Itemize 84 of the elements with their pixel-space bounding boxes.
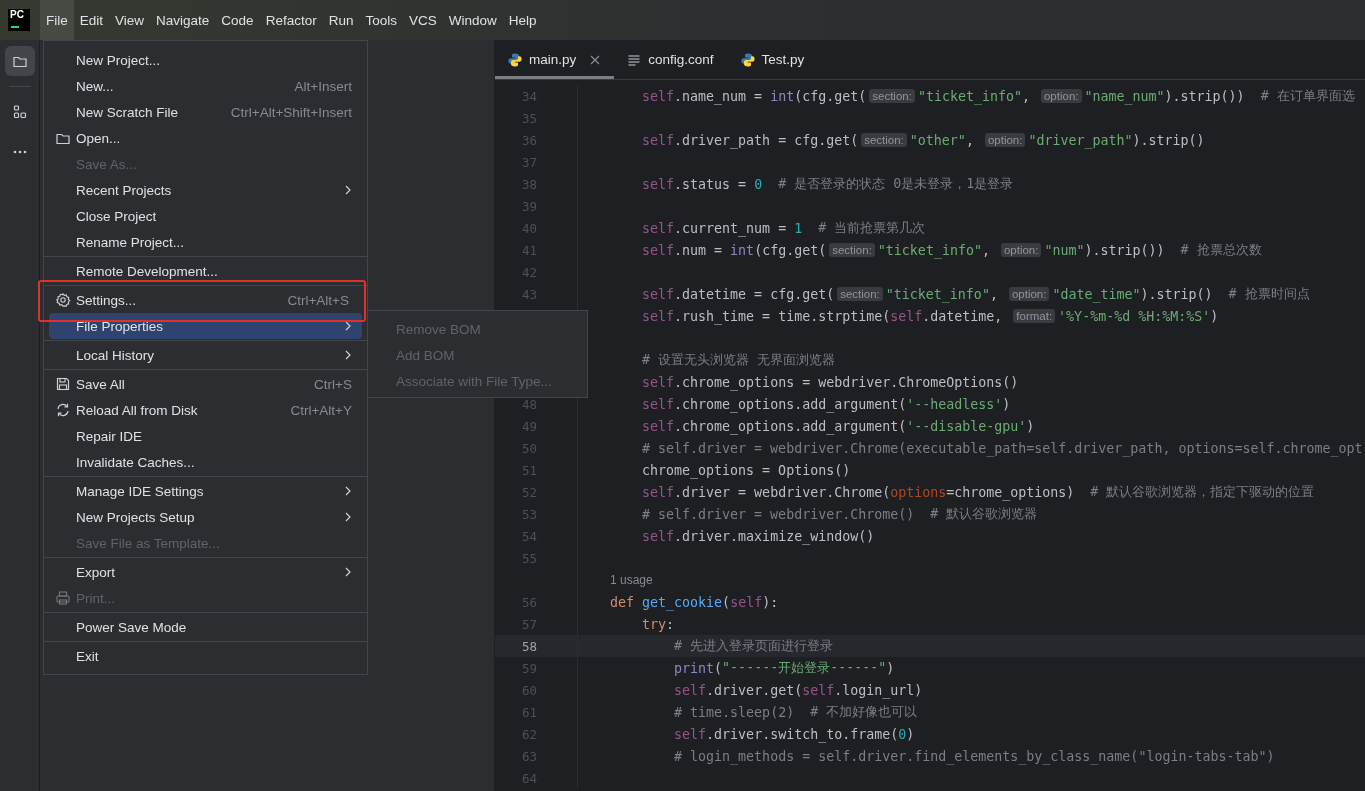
menu-item[interactable]: New Scratch File Ctrl+Alt+Shift+Insert [44, 99, 367, 125]
menu-item[interactable]: Code [215, 0, 260, 40]
chevron-icon [344, 512, 352, 522]
code-line: # login_methods = self.driver.find_elements_by_class_name("login-tabs-tab") [674, 748, 1275, 764]
code-line: # 设置无头浏览器 无界面浏览器 [642, 351, 836, 369]
menu-item[interactable]: Invalidate Caches... [44, 449, 367, 475]
code-line: self.driver.switch_to.frame(0) [674, 726, 915, 742]
code-line: def get_cookie(self): [610, 594, 779, 610]
menu-item[interactable]: Refactor [259, 0, 323, 40]
code-line: chrome_options = Options() [642, 462, 851, 478]
menu-item[interactable]: Navigate [150, 0, 216, 40]
menu-item[interactable]: Open... [44, 125, 367, 151]
menu-item[interactable]: Power Save Mode [44, 614, 367, 640]
tab-label: config.conf [648, 52, 714, 67]
menu-item[interactable]: Export [44, 559, 367, 585]
chevron-icon [344, 185, 352, 195]
code-line: self.chrome_options.add_argument('--headless') [642, 396, 1011, 412]
menu-item[interactable]: New... Alt+Insert [44, 73, 367, 99]
editor-tab[interactable]: config.conf [614, 40, 728, 79]
menu-item[interactable]: View [109, 0, 151, 40]
menu-item[interactable]: Help [502, 0, 543, 40]
menu-item[interactable]: Remote Development... [44, 258, 367, 284]
menu-item[interactable]: File [40, 0, 74, 40]
app-logo: PC [8, 9, 30, 31]
python-icon [739, 51, 756, 68]
code-line: self.num = int(cfg.get( section: "ticket_info", option: "num").strip()) # 抢票总次数 [642, 241, 1262, 259]
usage-hint[interactable]: 1 usage [610, 573, 653, 587]
tab-label: Test.py [761, 52, 805, 67]
code-line: # self.driver = webdriver.Chrome() # 默认谷歌浏览器 [642, 505, 1038, 523]
menu-item[interactable]: Run [322, 0, 360, 40]
code-line: self.driver.maximize_window() [642, 528, 875, 544]
editor-tab[interactable]: main.py [495, 40, 615, 79]
menu-item[interactable]: Settings... Ctrl+Alt+S [44, 287, 364, 313]
shortcut-label: Ctrl+Alt+S [287, 292, 349, 308]
shortcut-label: Alt+Insert [294, 78, 352, 94]
menu-item[interactable]: Save All Ctrl+S [44, 371, 367, 397]
code-line: # self.driver = webdriver.Chrome(executable_path=self.driver_path, options=self.chrome_opt [642, 440, 1363, 456]
close-icon[interactable] [590, 54, 601, 65]
menu-item[interactable]: New Project... [44, 47, 367, 73]
menu-item[interactable]: Local History [44, 342, 367, 368]
code-line: self.driver = webdriver.Chrome(options=chrome_options) # 默认谷歌浏览器，指定下驱动的位置 [642, 483, 1315, 501]
reload-icon [55, 402, 71, 418]
menu-item[interactable]: New Projects Setup [44, 504, 367, 530]
code-line: self.driver.get(self.login_url) [674, 682, 923, 698]
shortcut-label: Ctrl+Alt+Y [290, 402, 352, 418]
code-line: try: [642, 616, 675, 632]
menu-item[interactable]: Tools [359, 0, 403, 40]
code-line: self.datetime = cfg.get( section: "ticket_info", option: "date_time").strip() # 抢票时间点 [642, 285, 1310, 303]
printer-icon [55, 590, 71, 606]
menu-item[interactable]: Reload All from Disk Ctrl+Alt+Y [44, 397, 367, 423]
code-line: # time.sleep(2) # 不加好像也可以 [674, 703, 918, 721]
chevron-icon [344, 486, 352, 496]
code-line: self.rush_time = time.strptime(self.datetime, format: '%Y-%m-%d %H:%M:%S') [642, 308, 1219, 324]
code-line: self.current_num = 1 # 当前抢票第几次 [642, 219, 926, 237]
python-icon [507, 51, 523, 68]
code-line: self.chrome_options = webdriver.ChromeOptions() [642, 374, 1019, 390]
code-line: self.driver_path = cfg.get( section: "other", option: "driver_path").strip() [642, 132, 1205, 148]
menu-item[interactable]: Rename Project... [44, 229, 367, 255]
menu-item[interactable]: Manage IDE Settings [44, 478, 367, 504]
settings-icon [55, 292, 71, 308]
floppy-icon [55, 376, 71, 392]
chevron-icon [344, 567, 352, 577]
code-line: self.chrome_options.add_argument('--disable-gpu') [642, 418, 1035, 434]
structure-icon [11, 104, 28, 120]
menu-item[interactable]: Recent Projects [44, 177, 367, 203]
code-line: print("------开始登录------") [674, 659, 895, 677]
menu-item[interactable]: VCS [402, 0, 443, 40]
line-number: 58 [520, 638, 537, 654]
shortcut-label: Ctrl+S [314, 376, 352, 392]
chevron-icon [344, 321, 352, 331]
menu-item[interactable]: Exit [44, 643, 367, 669]
code-line: # 先进入登录页面进行登录 [674, 637, 834, 655]
code-line: self.name_num = int(cfg.get( section: "ticket_info", option: "name_num").strip()) # 在订单界面选 [642, 87, 1355, 105]
tab-label: main.py [529, 52, 577, 67]
shortcut-label: Ctrl+Alt+Shift+Insert [230, 104, 352, 120]
menu-item[interactable]: Close Project [44, 203, 367, 229]
toolbar-button[interactable] [4, 46, 35, 76]
editor-tab[interactable]: Test.py [727, 40, 819, 79]
chevron-icon [344, 350, 352, 360]
code-line: self.status = 0 # 是否登录的状态 0是未登录，1是登录 [642, 175, 1014, 193]
menu-item[interactable]: Repair IDE [44, 423, 367, 449]
menu-item[interactable]: File Properties [49, 313, 362, 339]
menu-item[interactable]: Window [442, 0, 503, 40]
menu-item[interactable]: Edit [73, 0, 110, 40]
